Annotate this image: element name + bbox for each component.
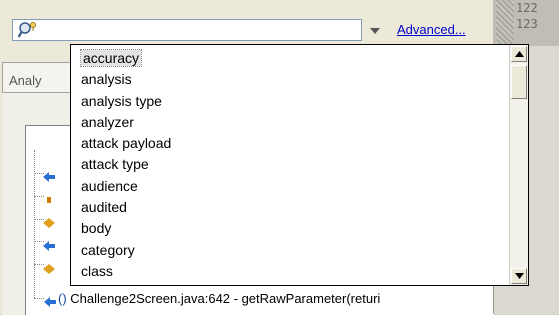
source-node-icon (43, 259, 55, 274)
method-paren: () (58, 291, 67, 306)
tree-branch (34, 298, 44, 300)
line-numbers: 122 123 (516, 0, 559, 32)
suggestion-item[interactable]: audience (71, 176, 525, 197)
suggestion-label: category (81, 241, 135, 258)
search-combo[interactable] (12, 19, 362, 41)
popup-scrollbar[interactable] (509, 45, 528, 285)
suggestion-item[interactable]: body (71, 218, 525, 239)
taint-node-icon (43, 190, 55, 203)
trace-row[interactable]: () Challenge2Screen.java:642 - getRawPar… (44, 291, 380, 309)
suggestion-item[interactable]: category (71, 240, 525, 261)
suggestion-item[interactable]: analyzer (71, 112, 525, 133)
suggestion-label: audited (81, 199, 127, 216)
suggestion-popup: accuracy analysis analysis type analyzer att… (70, 44, 529, 286)
trace-text: Challenge2Screen.java:642 - getRawParame… (70, 291, 381, 306)
arrow-up-icon[interactable] (511, 46, 527, 62)
scrollbar-thumb[interactable] (511, 65, 527, 99)
suggestion-item[interactable]: analysis type (71, 91, 525, 112)
call-arrow-icon (43, 236, 55, 251)
line-marker-stripe (496, 0, 514, 46)
line-number: 123 (516, 17, 538, 31)
chevron-down-icon[interactable] (366, 21, 384, 41)
suggestion-item[interactable]: analysis (71, 69, 525, 90)
suggestion-label: accuracy (79, 49, 143, 67)
call-arrow-icon (43, 167, 55, 182)
suggestion-item[interactable]: accuracy (71, 48, 525, 69)
suggestion-label: analysis (81, 71, 132, 88)
advanced-link[interactable]: Advanced... (397, 22, 466, 37)
suggestion-label: body (81, 220, 112, 237)
suggestion-label: audience (81, 177, 138, 194)
suggestion-item[interactable]: audited (71, 197, 525, 218)
source-node-icon (43, 213, 55, 228)
arrow-down-icon[interactable] (511, 268, 527, 284)
suggestion-item[interactable]: attack payload (71, 133, 525, 154)
suggestion-item[interactable]: class (71, 261, 525, 282)
line-number: 122 (516, 1, 538, 15)
suggestion-label: analyzer (81, 113, 134, 130)
call-arrow-icon (44, 295, 56, 307)
suggestion-label: attack type (81, 156, 149, 173)
search-magnifier-icon[interactable] (17, 21, 40, 39)
tab-label: Analy (9, 73, 42, 88)
suggestion-item[interactable]: attack type (71, 154, 525, 175)
suggestion-list: accuracy analysis analysis type analyzer att… (71, 48, 525, 282)
suggestion-label: analysis type (81, 92, 162, 109)
tab-analysis[interactable]: Analy (2, 62, 72, 92)
suggestion-label: class (81, 262, 113, 279)
suggestion-label: attack payload (81, 135, 172, 152)
